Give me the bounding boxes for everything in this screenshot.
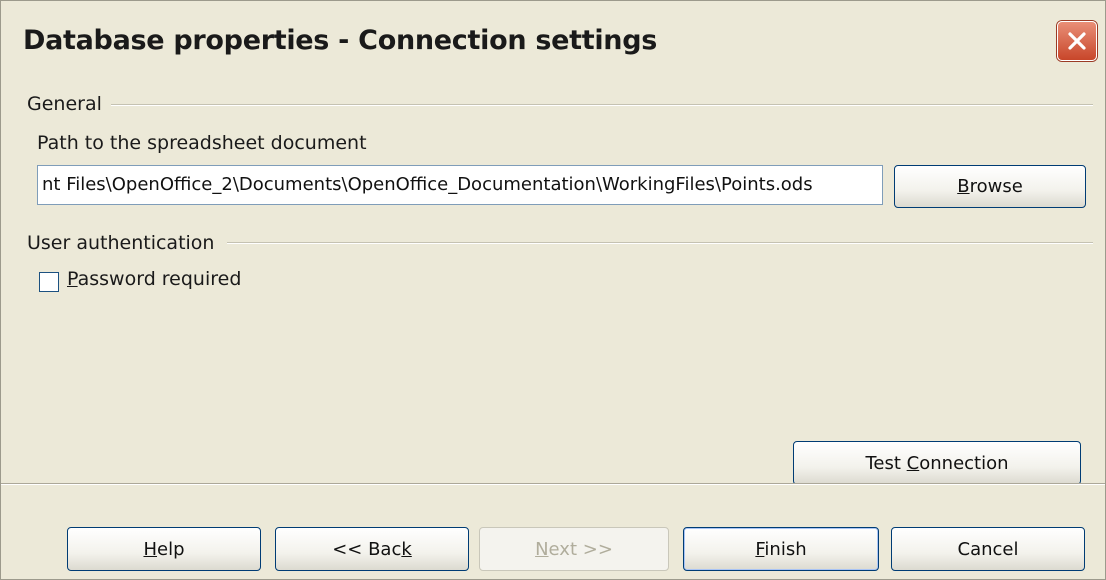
general-section-label: General xyxy=(27,93,102,115)
general-section-divider xyxy=(111,104,1093,106)
back-button-label: << Back xyxy=(332,538,412,560)
user-authentication-section-label: User authentication xyxy=(27,232,215,254)
title-bar[interactable]: Database properties - Connection setting… xyxy=(1,1,1105,88)
help-button-label: Help xyxy=(143,538,185,560)
test-connection-button[interactable]: Test Connection xyxy=(793,441,1081,485)
path-input[interactable]: nt Files\OpenOffice_2\Documents\OpenOffi… xyxy=(37,165,883,205)
close-button[interactable] xyxy=(1057,21,1097,61)
close-icon xyxy=(1068,32,1086,50)
password-required-label[interactable]: Password required xyxy=(67,268,241,290)
user-authentication-section-divider xyxy=(227,242,1093,244)
back-button[interactable]: << Back xyxy=(275,527,469,571)
finish-button[interactable]: Finish xyxy=(683,527,879,571)
path-label: Path to the spreadsheet document xyxy=(37,132,367,154)
browse-button-label: Browse xyxy=(957,176,1023,197)
next-button: Next >> xyxy=(479,527,669,571)
cancel-button[interactable]: Cancel xyxy=(891,527,1085,571)
dialog-window: Database properties - Connection setting… xyxy=(0,0,1106,580)
test-connection-button-label: Test Connection xyxy=(865,452,1009,474)
browse-button[interactable]: Browse xyxy=(894,165,1086,208)
window-title: Database properties - Connection setting… xyxy=(23,25,658,56)
dialog-footer: Help << Back Next >> Finish Cancel xyxy=(1,485,1105,579)
password-required-checkbox[interactable] xyxy=(39,272,59,292)
next-button-label: Next >> xyxy=(535,538,613,560)
finish-button-label: Finish xyxy=(755,538,807,560)
connection-settings-panel: General Path to the spreadsheet document… xyxy=(1,87,1105,485)
help-button[interactable]: Help xyxy=(67,527,261,571)
